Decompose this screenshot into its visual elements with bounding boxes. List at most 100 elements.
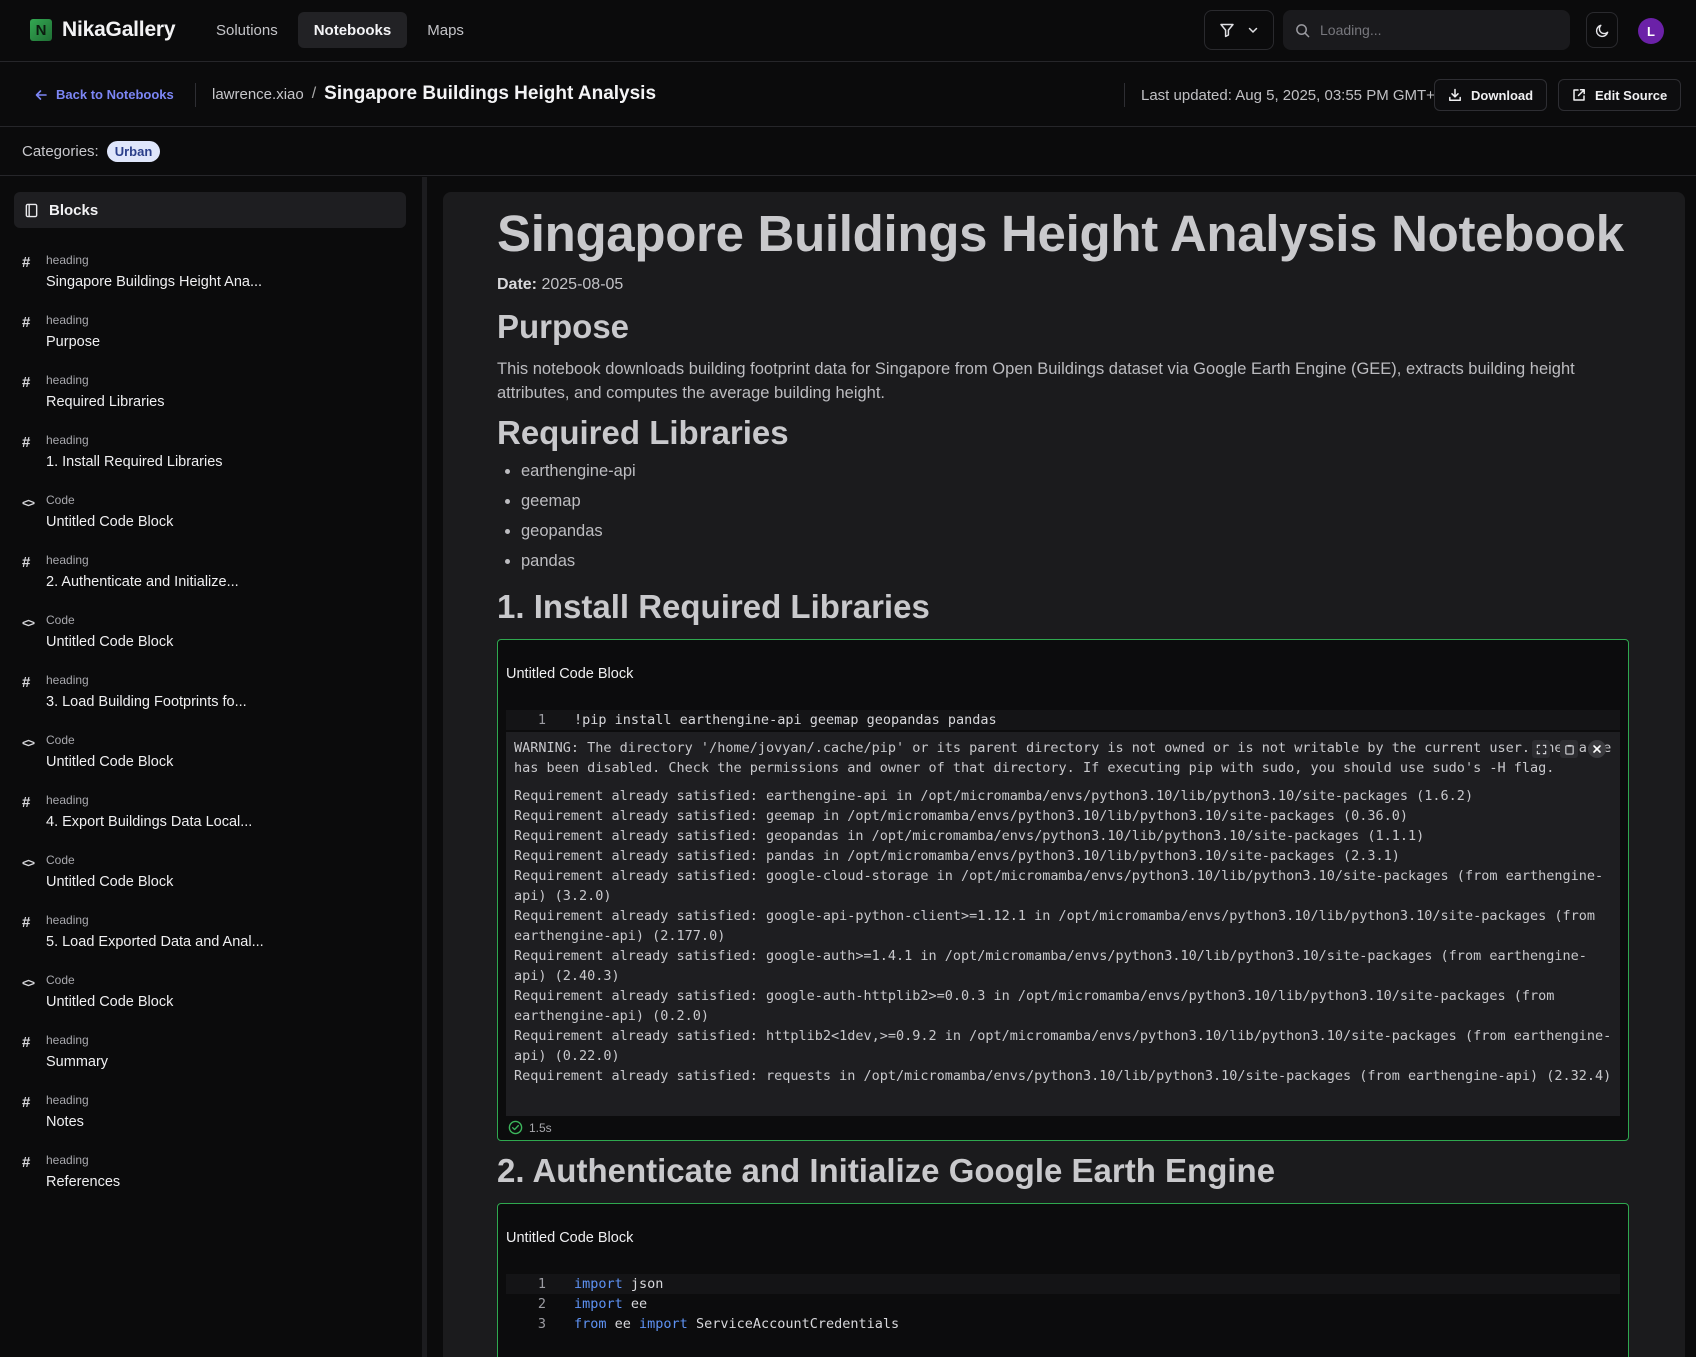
search-icon (1296, 23, 1310, 37)
sidebar-resize-handle[interactable] (422, 177, 427, 1357)
clear-output-button[interactable] (1588, 740, 1606, 758)
identifier: ServiceAccountCredentials (687, 1316, 900, 1332)
download-button[interactable]: Download (1434, 79, 1548, 111)
code-cell[interactable]: Untitled Code Block 1 import json 2 import … (497, 1203, 1629, 1357)
libraries-list: earthengine-api geemap geopandas pandas (521, 460, 636, 580)
sidebar-item-label: Untitled Code Block (46, 874, 174, 890)
sidebar-item[interactable]: # heading Summary (22, 1032, 402, 1092)
expand-button[interactable] (1532, 740, 1550, 758)
logo-mark: N (30, 19, 52, 41)
sidebar-item[interactable]: # heading 1. Install Required Libraries (22, 432, 402, 492)
sidebar-item[interactable]: # heading 2. Authenticate and Initialize..… (22, 552, 402, 612)
notebook-header: Back to Notebooks lawrence.xiao / Singap… (0, 63, 1696, 127)
filter-button[interactable] (1204, 10, 1274, 50)
copy-button[interactable] (1560, 740, 1578, 758)
search-box[interactable] (1283, 10, 1570, 50)
keyword: import (574, 1276, 623, 1292)
download-icon (1449, 88, 1461, 101)
sidebar-item[interactable]: <> Code Untitled Code Block (22, 612, 402, 672)
purpose-paragraph: This notebook downloads building footpri… (497, 360, 1575, 402)
sidebar-item-label: 2. Authenticate and Initialize... (46, 574, 239, 590)
user-avatar[interactable]: L (1638, 18, 1664, 44)
main-nav: Solutions Notebooks Maps (200, 12, 480, 48)
code-text: from ee import ServiceAccountCredentials (550, 1316, 899, 1332)
nav-solutions[interactable]: Solutions (200, 12, 294, 48)
heading-authenticate: 2. Authenticate and Initialize Google Ea… (497, 1152, 1276, 1189)
moon-icon (1595, 24, 1608, 37)
sidebar-item-text: heading 4. Export Buildings Data Local... (46, 792, 252, 852)
breadcrumb-author[interactable]: lawrence.xiao (212, 86, 304, 103)
code-icon: <> (22, 496, 35, 510)
sidebar-item-text: Code Untitled Code Block (46, 612, 173, 672)
notebook-content: Singapore Buildings Height Analysis Note… (443, 192, 1685, 1357)
categories-bar: Categories: Urban (0, 128, 1696, 176)
code-icon: <> (22, 856, 35, 870)
sidebar-item[interactable]: <> Code Untitled Code Block (22, 852, 402, 912)
cell-output[interactable]: WARNING: The directory '/home/jovyan/.ca… (506, 732, 1620, 1116)
sidebar-item-kind: Code (46, 853, 75, 867)
doc-date: Date: 2025-08-05 (497, 276, 623, 294)
sidebar-item[interactable]: # heading Required Libraries (22, 372, 402, 432)
close-icon (1593, 745, 1601, 753)
code-cell-title: Untitled Code Block (506, 666, 634, 682)
code-line[interactable]: 2 import ee (506, 1294, 1620, 1314)
sidebar-item-kind: heading (46, 1033, 89, 1047)
app-name: NikaGallery (62, 18, 176, 41)
hash-icon: # (22, 1154, 31, 1171)
sidebar-item[interactable]: # heading 5. Load Exported Data and Anal..… (22, 912, 402, 972)
sidebar-item[interactable]: # heading Purpose (22, 312, 402, 372)
sidebar-item[interactable]: # heading Singapore Buildings Height Ana..… (22, 252, 402, 312)
code-cell[interactable]: Untitled Code Block 1 !pip install earth… (497, 639, 1629, 1141)
code-line[interactable]: 1 import json (506, 1274, 1620, 1294)
page-title: Singapore Buildings Height Analysis (324, 83, 657, 104)
sidebar-item[interactable]: <> Code Untitled Code Block (22, 732, 402, 792)
sidebar-item-kind: Code (46, 733, 75, 747)
sidebar-item-label: Summary (46, 1054, 109, 1070)
sidebar-item[interactable]: # heading References (22, 1152, 402, 1212)
output-line: Requirement already satisfied: pandas in… (514, 848, 1400, 864)
sidebar-item[interactable]: # heading 4. Export Buildings Data Local..… (22, 792, 402, 852)
list-item: pandas (521, 550, 636, 580)
sidebar-item-text: Code Untitled Code Block (46, 852, 173, 912)
sidebar-item[interactable]: <> Code Untitled Code Block (22, 972, 402, 1032)
sidebar-item[interactable]: <> Code Untitled Code Block (22, 492, 402, 552)
sidebar-item-kind: heading (46, 373, 89, 387)
sidebar-item[interactable]: # heading 3. Load Building Footprints fo..… (22, 672, 402, 732)
sidebar-item-kind: Code (46, 613, 75, 627)
sidebar-item-kind: heading (46, 433, 89, 447)
date-label: Date: (497, 276, 538, 293)
line-number: 3 (537, 1316, 546, 1332)
sidebar-item-label: 3. Load Building Footprints fo... (46, 694, 247, 710)
search-input[interactable] (1320, 22, 1550, 38)
category-chip[interactable]: Urban (106, 141, 161, 162)
code-text: !pip install earthengine-api geemap geop… (574, 712, 997, 728)
code-line[interactable]: 1 !pip install earthengine-api geemap ge… (506, 710, 1620, 730)
execution-status: 1.5s (508, 1120, 552, 1135)
code-text: import json (550, 1276, 663, 1292)
output-line: Requirement already satisfied: google-au… (514, 988, 1563, 1024)
nav-notebooks[interactable]: Notebooks (297, 12, 408, 48)
sidebar-item-kind: heading (46, 1153, 89, 1167)
nav-maps[interactable]: Maps (411, 12, 480, 48)
blocks-title: Blocks (49, 201, 99, 219)
theme-toggle-button[interactable] (1586, 12, 1618, 48)
edit-source-button[interactable]: Edit Source (1558, 79, 1682, 111)
external-link-icon (1573, 89, 1585, 101)
back-to-notebooks-link[interactable]: Back to Notebooks (34, 87, 174, 102)
heading-purpose: Purpose (497, 308, 630, 345)
keyword: import (574, 1296, 623, 1312)
code-line[interactable]: 3 from ee import ServiceAccountCredential… (506, 1314, 1620, 1334)
logo[interactable]: N NikaGallery (30, 18, 176, 42)
sidebar-item-kind: heading (46, 313, 89, 327)
code-icon: <> (22, 976, 35, 990)
keyword: import (639, 1316, 688, 1332)
output-line: Requirement already satisfied: httplib2<… (514, 1028, 1612, 1064)
sidebar-item-text: heading Singapore Buildings Height Ana... (46, 252, 262, 312)
sidebar-item[interactable]: # heading Notes (22, 1092, 402, 1152)
categories-label: Categories: (22, 143, 99, 160)
blocks-header[interactable]: Blocks (14, 192, 406, 228)
line-number: 2 (537, 1296, 546, 1312)
breadcrumb-separator: / (311, 85, 317, 102)
line-number: 1 (537, 1276, 546, 1292)
sidebar-item-text: Code Untitled Code Block (46, 972, 173, 1032)
